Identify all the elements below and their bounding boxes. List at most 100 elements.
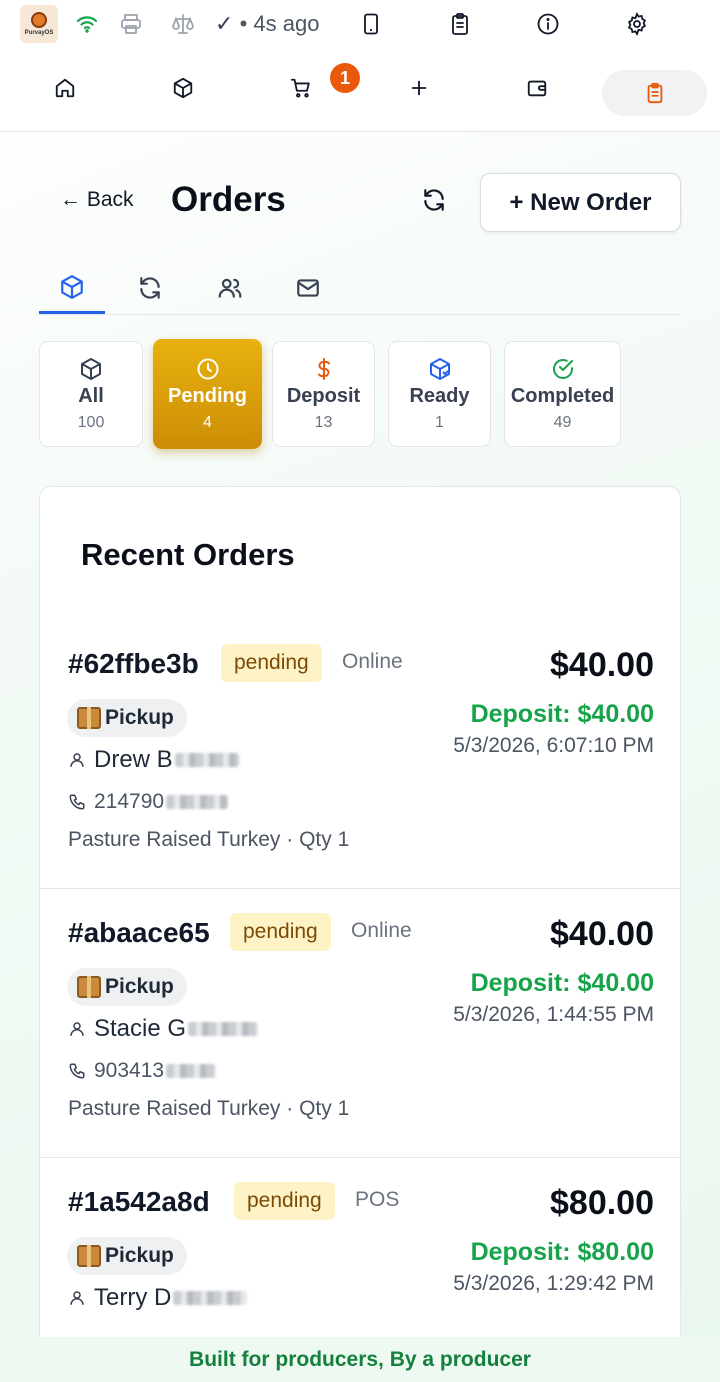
sync-time: • 4s ago [239, 11, 320, 36]
order-channel: Online [342, 650, 403, 673]
customer-name-text: Terry D [94, 1284, 172, 1311]
dollar-icon [317, 357, 330, 380]
clipboard-icon[interactable] [448, 12, 472, 36]
mail-icon [297, 279, 319, 297]
page-title: Orders [171, 180, 286, 219]
info-icon[interactable] [536, 12, 560, 36]
box-icon [77, 707, 101, 729]
logo-text: PurvayOS [24, 30, 54, 36]
customer-phone-text: 214790 [94, 790, 165, 813]
customer-name-text: Stacie G [94, 1015, 187, 1042]
user-icon [70, 1291, 84, 1305]
sync-check-icon: ✓ [215, 11, 234, 36]
order-date: 5/3/2026, 6:07:10 PM [453, 734, 654, 757]
footer-tagline: Built for producers, By a producer [0, 1337, 720, 1382]
sync-status: ✓ • 4s ago [215, 11, 319, 37]
filter-label: Deposit [286, 384, 361, 407]
customer-name-text: Drew B [94, 746, 173, 773]
nav-cart[interactable] [283, 70, 319, 106]
filter-deposit[interactable]: Deposit 13 [272, 341, 375, 447]
order-row[interactable]: #62ffbe3b pending Online $40.00 Deposit:… [40, 620, 680, 889]
fulfillment-label: Pickup [105, 706, 174, 729]
page-header: ← Back Orders + New Order [0, 170, 720, 234]
nav-home[interactable] [47, 70, 83, 106]
filter-label: Pending [168, 384, 247, 407]
status-row: PurvayOS ✓ • 4s ago [0, 0, 720, 50]
filter-count: 13 [314, 413, 333, 431]
tab-customers[interactable] [197, 262, 263, 314]
status-badge: pending [230, 913, 331, 951]
filter-label: Ready [409, 384, 470, 407]
filter-label: All [78, 384, 104, 407]
fulfillment-pill: Pickup [67, 1237, 187, 1275]
back-button[interactable]: ← Back [60, 188, 134, 212]
phone-icon [69, 794, 85, 810]
filter-count: 49 [553, 413, 572, 431]
fulfillment-label: Pickup [105, 1244, 174, 1267]
filter-count: 1 [435, 413, 444, 431]
filter-count: 100 [77, 413, 105, 431]
nav-orders[interactable] [602, 70, 707, 116]
customer-phone: 903413 [68, 1059, 217, 1083]
logo-mark-icon [31, 12, 47, 28]
order-id: #1a542a8d [68, 1186, 210, 1217]
customer-name: Terry D [68, 1284, 248, 1312]
order-channel: Online [351, 919, 412, 942]
order-date: 5/3/2026, 1:44:55 PM [453, 1003, 654, 1026]
new-order-button[interactable]: + New Order [480, 173, 681, 232]
fulfillment-pill: Pickup [67, 968, 187, 1006]
orders-clipboard-icon [647, 82, 662, 104]
filter-pending[interactable]: Pending 4 [153, 339, 262, 449]
filter-ready[interactable]: Ready 1 [388, 341, 491, 447]
main-nav [0, 60, 720, 120]
user-icon [70, 1022, 84, 1036]
customer-phone-text: 903413 [94, 1059, 165, 1082]
clock-icon [197, 358, 218, 379]
refresh-icon [424, 189, 444, 211]
device-icon[interactable] [359, 12, 383, 36]
plus-icon [411, 80, 427, 96]
redacted-blur [173, 1291, 248, 1305]
filter-count: 4 [203, 413, 212, 431]
order-deposit: Deposit: $40.00 [470, 969, 654, 997]
order-row[interactable]: #abaace65 pending Online $40.00 Deposit:… [40, 889, 680, 1158]
cart-count-badge: 1 [330, 63, 360, 93]
package-icon [61, 274, 83, 299]
redacted-blur [188, 1022, 259, 1036]
order-total: $40.00 [550, 646, 654, 684]
tab-recurring[interactable] [117, 262, 183, 314]
nav-wallet[interactable] [519, 70, 555, 106]
filter-completed[interactable]: Completed 49 [504, 341, 621, 447]
customer-phone: 214790 [68, 790, 229, 814]
order-date: 5/3/2026, 1:29:42 PM [453, 1272, 654, 1295]
top-bar: PurvayOS ✓ • 4s ago [0, 0, 720, 132]
box-icon [77, 976, 101, 998]
scale-icon[interactable] [171, 12, 195, 36]
nav-add[interactable] [401, 70, 437, 106]
package-check-icon [429, 357, 450, 380]
order-channel: POS [355, 1188, 400, 1211]
app-logo[interactable]: PurvayOS [20, 5, 58, 43]
redacted-blur [174, 753, 239, 767]
tab-messages[interactable] [275, 262, 341, 314]
customer-name: Drew B [68, 746, 239, 774]
fulfillment-pill: Pickup [67, 699, 187, 737]
redacted-blur [166, 795, 229, 809]
filter-all[interactable]: All 100 [39, 341, 143, 447]
package-icon [81, 357, 101, 380]
status-filters: All 100 Pending 4 Deposit 13 Ready 1 Com… [39, 339, 679, 451]
gear-icon[interactable] [625, 12, 649, 36]
cart-icon [290, 78, 310, 98]
fulfillment-label: Pickup [105, 975, 174, 998]
refresh-button[interactable] [418, 184, 450, 216]
user-icon [70, 753, 84, 767]
printer-icon[interactable] [119, 12, 143, 36]
status-badge: pending [234, 1182, 335, 1220]
nav-products[interactable] [165, 70, 201, 106]
recent-orders-card: Recent Orders #62ffbe3b pending Online $… [39, 486, 681, 1382]
package-icon [173, 77, 193, 99]
order-id: #abaace65 [68, 917, 210, 948]
wifi-icon [75, 12, 99, 36]
tab-orders[interactable] [39, 262, 105, 314]
users-icon [218, 278, 242, 298]
